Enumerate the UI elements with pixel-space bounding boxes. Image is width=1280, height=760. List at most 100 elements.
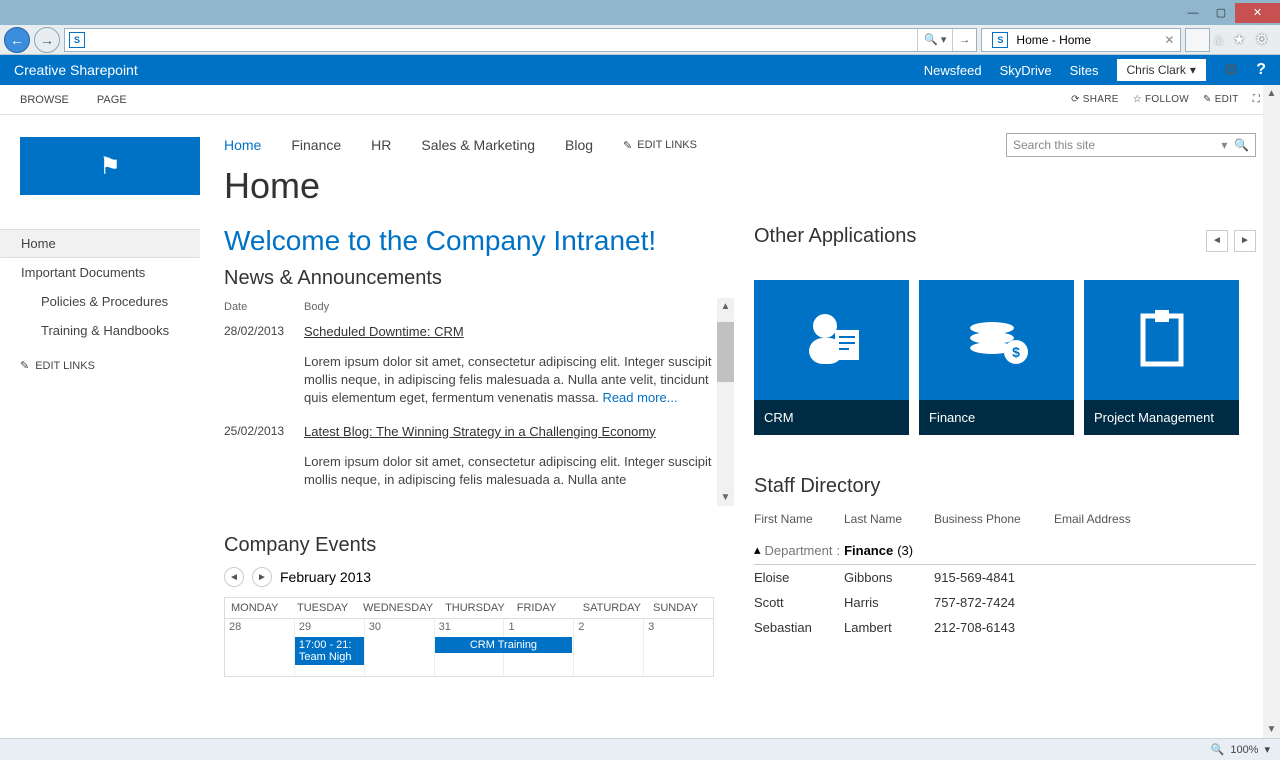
help-button[interactable]: ? <box>1256 61 1266 79</box>
window-titlebar: — ▢ ✕ <box>0 0 1280 25</box>
events-section: Company Events ◄ ► February 2013 MONDAY … <box>224 534 714 677</box>
site-logo[interactable]: ⚑ <box>20 137 200 195</box>
nav-finance[interactable]: Finance <box>291 137 341 153</box>
scroll-up-button[interactable]: ▲ <box>717 298 734 315</box>
page-scrollbar[interactable]: ▲ ▼ <box>1263 85 1280 738</box>
nav-hr[interactable]: HR <box>371 137 391 153</box>
nav-blog[interactable]: Blog <box>565 137 593 153</box>
cal-cell[interactable]: 29 17:00 - 21:Team Nigh <box>295 619 365 676</box>
apps-heading: Other Applications <box>754 225 916 248</box>
col-firstname[interactable]: First Name <box>754 512 824 526</box>
chevron-down-icon[interactable]: ▾ <box>1221 138 1227 152</box>
star-icon: ☆ <box>1133 94 1142 105</box>
cal-cell[interactable]: 31 CRM Training <box>435 619 505 676</box>
tile-finance[interactable]: $ Finance <box>919 280 1074 435</box>
news-date: 28/02/2013 <box>224 324 304 408</box>
apps-next-button[interactable]: ► <box>1234 230 1256 252</box>
edit-button[interactable]: ✎EDIT <box>1203 94 1239 105</box>
flag-icon: ⚑ <box>99 152 121 181</box>
tab-title: Home - Home <box>1016 33 1091 47</box>
ribbon-tab-browse[interactable]: BROWSE <box>20 94 69 106</box>
browser-tab[interactable]: S Home - Home ✕ <box>981 28 1181 52</box>
ql-policies[interactable]: Policies & Procedures <box>0 287 200 316</box>
event-team-night[interactable]: 17:00 - 21:Team Nigh <box>295 637 364 665</box>
zoom-dropdown[interactable]: ▾ <box>1264 743 1270 756</box>
cal-cell[interactable]: 3 <box>644 619 713 676</box>
cal-cell[interactable]: 30 <box>365 619 435 676</box>
cal-month: February 2013 <box>280 569 371 585</box>
top-nav: Home Finance HR Sales & Marketing Blog ✎… <box>224 133 1256 157</box>
news-title-link[interactable]: Latest Blog: The Winning Strategy in a C… <box>304 424 714 439</box>
search-box[interactable]: Search this site ▾ 🔍 <box>1006 133 1256 157</box>
quick-launch: Home Important Documents Policies & Proc… <box>0 229 200 372</box>
nav-sales[interactable]: Sales & Marketing <box>421 137 535 153</box>
news-list: Date Body 28/02/2013 Scheduled Downtime:… <box>224 298 714 506</box>
col-lastname[interactable]: Last Name <box>844 512 914 526</box>
cal-next-button[interactable]: ► <box>252 567 272 587</box>
staff-row[interactable]: SebastianLambert212-708-6143 <box>754 615 1256 640</box>
tab-close-button[interactable]: ✕ <box>1164 33 1174 47</box>
cal-cell[interactable]: 2 <box>574 619 644 676</box>
tile-crm[interactable]: CRM <box>754 280 909 435</box>
zoom-icon[interactable]: 🔍 <box>1211 743 1225 756</box>
tools-gear-icon[interactable]: ⚙ <box>1255 31 1268 48</box>
settings-gear-icon[interactable]: ⚙ <box>1224 60 1238 80</box>
read-more-link[interactable]: Read more... <box>602 390 677 405</box>
favorites-icon[interactable]: ★ <box>1233 31 1246 48</box>
person-doc-icon <box>754 308 909 368</box>
news-scrollbar[interactable]: ▲ ▼ <box>717 298 734 506</box>
pencil-icon: ✎ <box>623 139 632 152</box>
follow-button[interactable]: ☆FOLLOW <box>1133 94 1189 105</box>
ql-training[interactable]: Training & Handbooks <box>0 316 200 345</box>
ribbon-tab-page[interactable]: PAGE <box>97 94 127 106</box>
new-tab-button[interactable] <box>1185 28 1210 52</box>
share-button[interactable]: ⟳SHARE <box>1071 94 1119 105</box>
news-item: 25/02/2013 Latest Blog: The Winning Stra… <box>224 416 714 497</box>
scroll-thumb[interactable] <box>717 322 734 382</box>
main-area: ⚑ Home Important Documents Policies & Pr… <box>0 115 1280 743</box>
apps-prev-button[interactable]: ◄ <box>1206 230 1228 252</box>
suite-link-newsfeed[interactable]: Newsfeed <box>924 63 982 78</box>
search-glyph[interactable]: 🔍 ▾ <box>917 29 952 51</box>
tile-project-management[interactable]: Project Management <box>1084 280 1239 435</box>
window-maximize-button[interactable]: ▢ <box>1207 3 1235 23</box>
col-phone[interactable]: Business Phone <box>934 512 1034 526</box>
calendar: MONDAY TUESDAY WEDNESDAY THURSDAY FRIDAY… <box>224 597 714 677</box>
svg-text:$: $ <box>1012 344 1020 360</box>
user-menu[interactable]: Chris Clark ▾ <box>1117 59 1206 81</box>
search-icon[interactable]: 🔍 <box>1234 138 1249 152</box>
staff-row[interactable]: EloiseGibbons915-569-4841 <box>754 565 1256 590</box>
search-placeholder: Search this site <box>1013 138 1095 152</box>
scroll-down-button[interactable]: ▼ <box>717 489 734 506</box>
news-title-link[interactable]: Scheduled Downtime: CRM <box>304 324 714 339</box>
cal-cell[interactable]: 1 <box>504 619 574 676</box>
home-icon[interactable]: ⌂ <box>1214 31 1222 48</box>
scroll-up-button[interactable]: ▲ <box>1263 85 1280 102</box>
site-title[interactable]: Creative Sharepoint <box>14 62 138 78</box>
window-minimize-button[interactable]: — <box>1179 3 1207 23</box>
scroll-down-button[interactable]: ▼ <box>1263 721 1280 738</box>
cal-prev-button[interactable]: ◄ <box>224 567 244 587</box>
ql-edit-links[interactable]: ✎ EDIT LINKS <box>0 359 200 372</box>
col-email[interactable]: Email Address <box>1054 512 1154 526</box>
suite-link-sites[interactable]: Sites <box>1070 63 1099 78</box>
go-button[interactable]: → <box>952 29 976 51</box>
ql-important-documents[interactable]: Important Documents <box>0 258 200 287</box>
nav-edit-links[interactable]: ✎ EDIT LINKS <box>623 139 697 152</box>
focus-button[interactable]: ⛶ <box>1253 94 1260 105</box>
group-header[interactable]: ▴ Department : Finance (3) <box>754 532 1256 565</box>
address-bar[interactable]: S 🔍 ▾ → <box>64 28 977 52</box>
window-close-button[interactable]: ✕ <box>1235 3 1280 23</box>
forward-button[interactable]: → <box>34 27 60 53</box>
news-body: Lorem ipsum dolor sit amet, consectetur … <box>304 453 714 489</box>
address-input[interactable] <box>89 33 917 47</box>
staff-row[interactable]: ScottHarris757-872-7424 <box>754 590 1256 615</box>
suite-bar: Creative Sharepoint Newsfeed SkyDrive Si… <box>0 55 1280 85</box>
cal-day-hdr: SATURDAY <box>577 598 647 618</box>
nav-home[interactable]: Home <box>224 137 261 153</box>
clipboard-icon <box>1084 308 1239 368</box>
back-button[interactable]: ← <box>4 27 30 53</box>
suite-link-skydrive[interactable]: SkyDrive <box>1000 63 1052 78</box>
cal-cell[interactable]: 28 <box>225 619 295 676</box>
ql-home[interactable]: Home <box>0 229 200 258</box>
